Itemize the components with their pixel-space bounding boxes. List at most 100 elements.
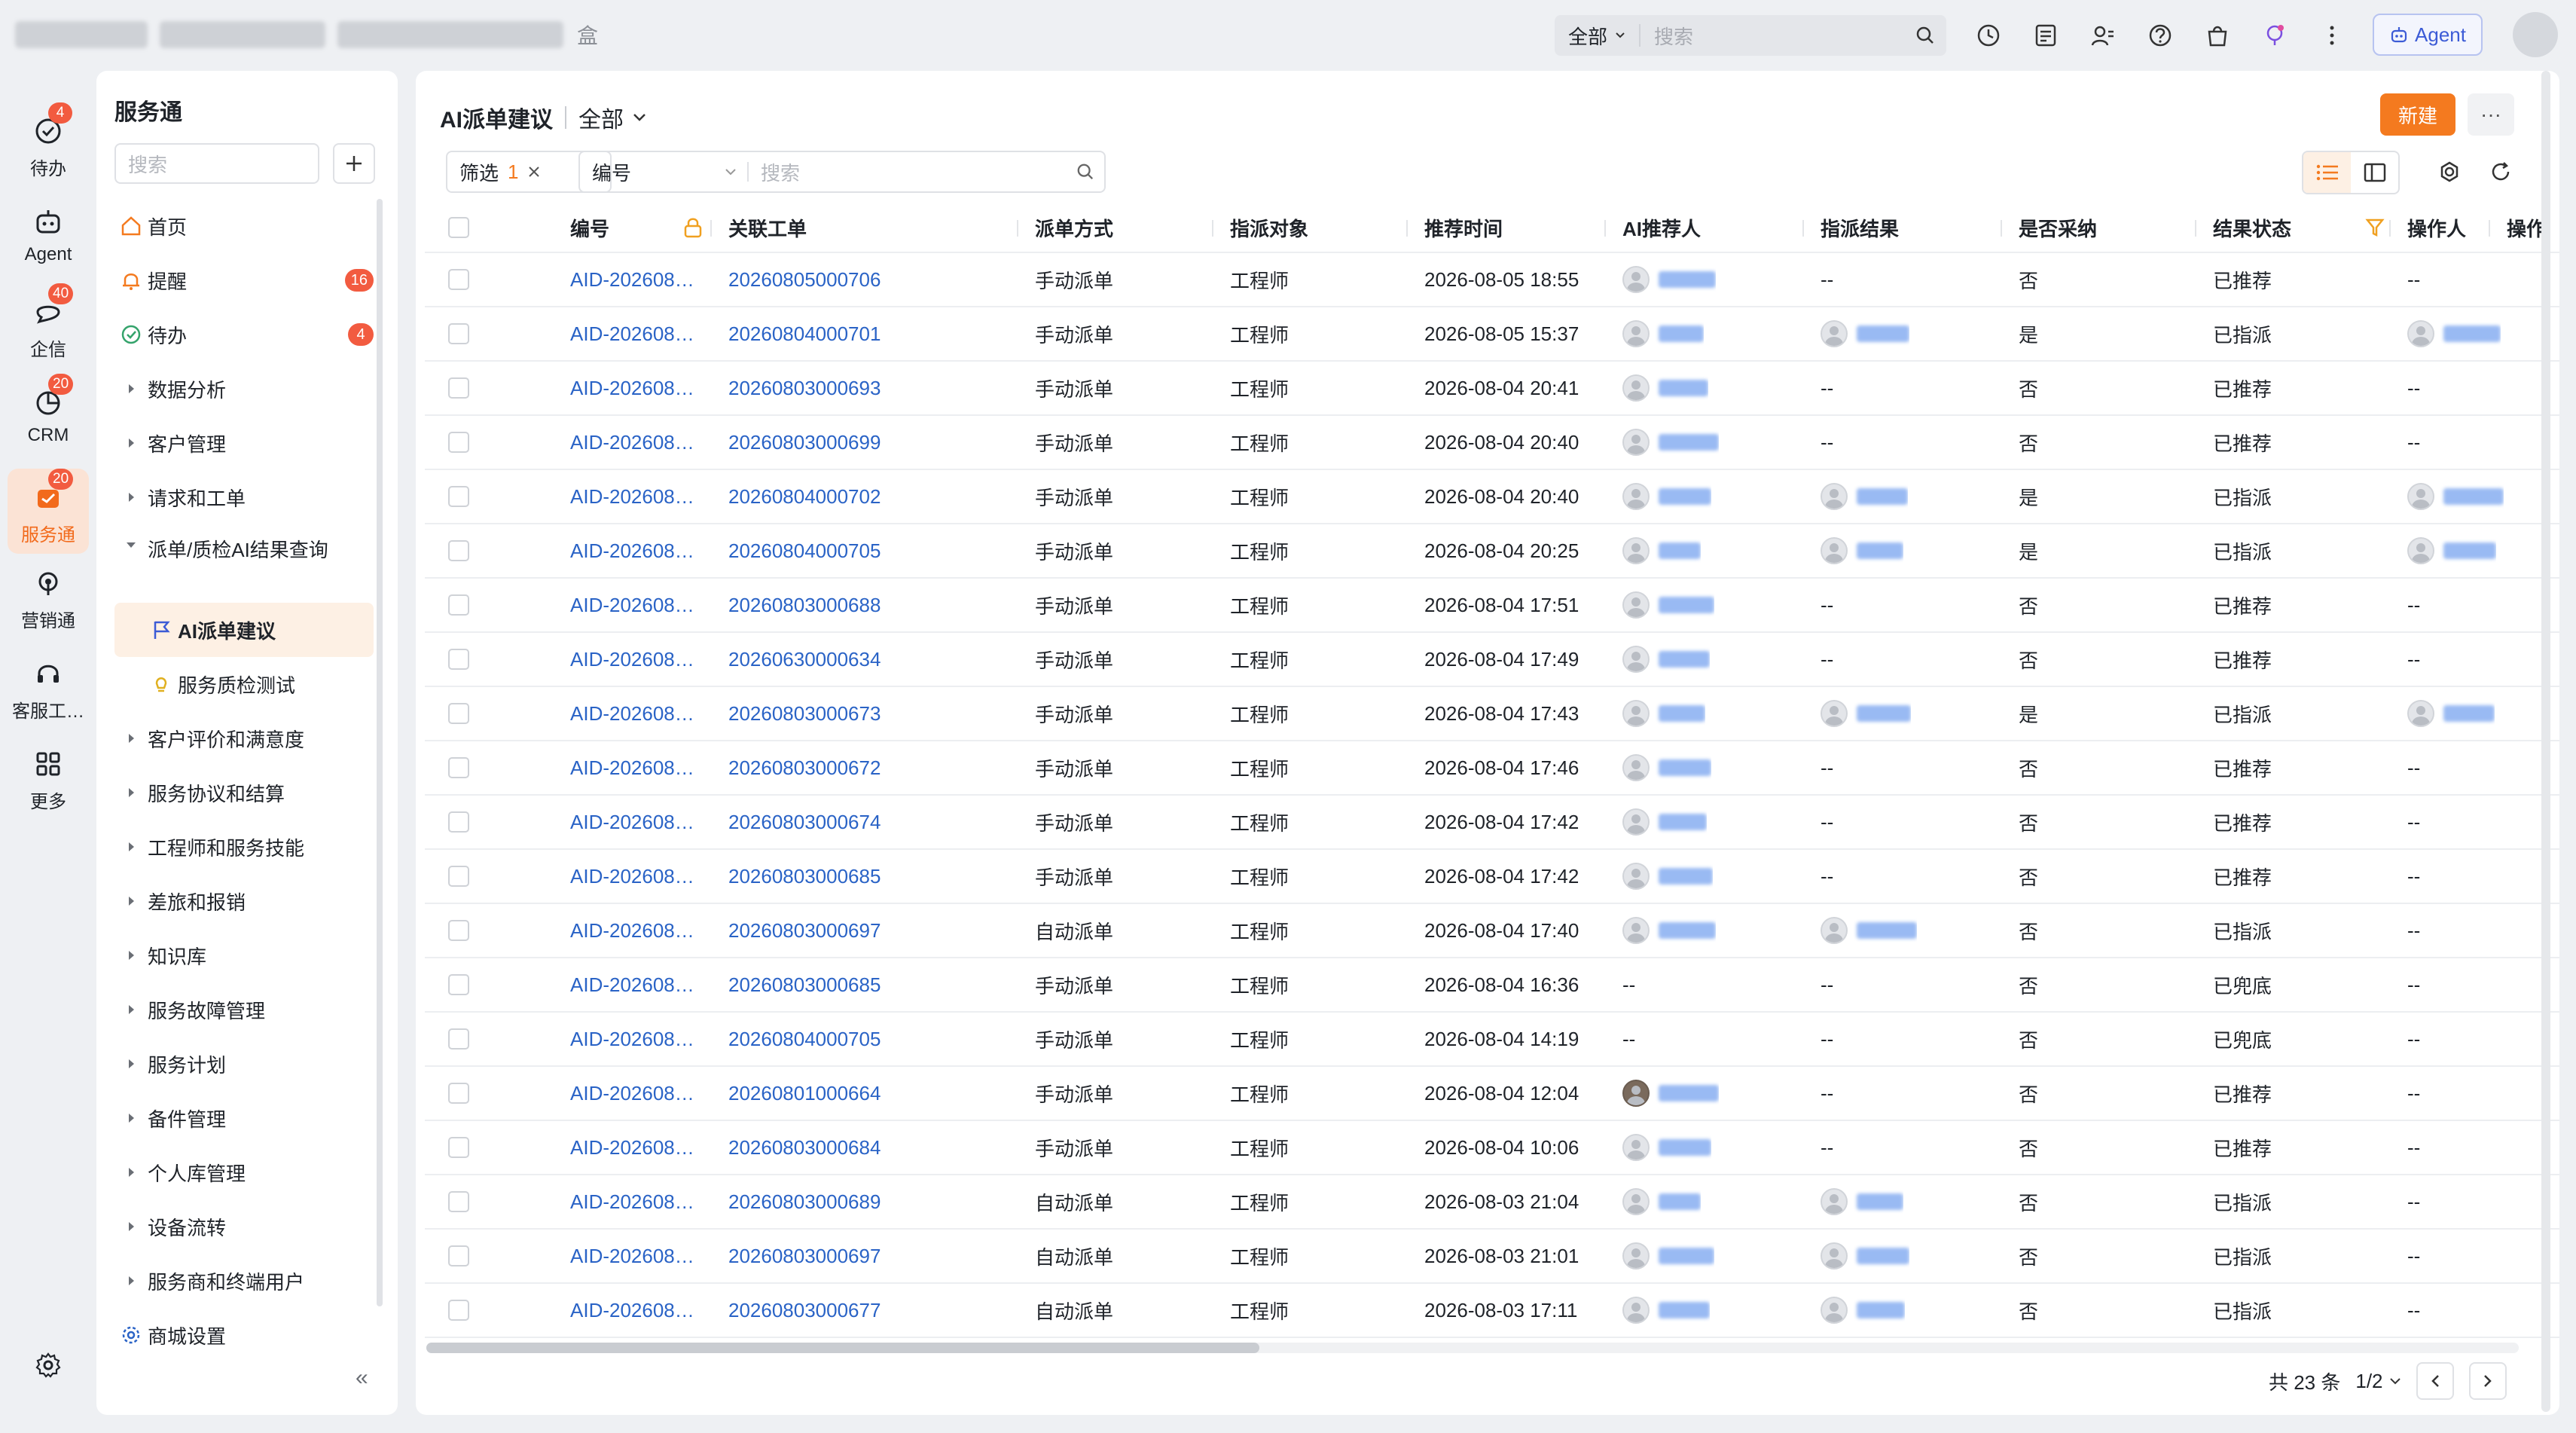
cell-order[interactable]: 20260803000674 [728, 796, 881, 848]
column-divider[interactable] [710, 220, 712, 237]
work-order-link[interactable]: 20260803000688 [728, 594, 881, 617]
row-checkbox-cell[interactable] [448, 796, 469, 848]
row-checkbox[interactable] [448, 811, 469, 833]
cell-order[interactable]: 20260804000705 [728, 1013, 881, 1065]
record-id-link[interactable]: AID-202608… [570, 539, 694, 563]
cell-order[interactable]: 20260630000634 [728, 633, 881, 686]
record-id-link[interactable]: AID-202608… [570, 431, 694, 454]
row-checkbox[interactable] [448, 1191, 469, 1212]
table-row[interactable]: AID-202608… 20260803000697 自动派单 工程师 2026-08-… [425, 904, 2559, 958]
record-id-link[interactable]: AID-202608… [570, 1028, 694, 1051]
cell-id[interactable]: AID-202608… [570, 524, 694, 577]
cell-id[interactable]: AID-202608… [570, 958, 694, 1011]
row-checkbox-cell[interactable] [448, 633, 469, 686]
search-icon[interactable] [1067, 163, 1104, 181]
new-button[interactable]: 新建 [2380, 93, 2455, 136]
record-id-link[interactable]: AID-202608… [570, 322, 694, 346]
sidebar-item-19[interactable]: 服务商和终端用户 [114, 1254, 374, 1308]
row-checkbox[interactable] [448, 757, 469, 778]
cell-order[interactable]: 20260804000702 [728, 470, 881, 523]
rail-item-service[interactable]: 20 服务通 [8, 469, 89, 554]
cell-order[interactable]: 20260803000685 [728, 850, 881, 903]
more-actions-button[interactable]: ··· [2468, 93, 2514, 136]
row-checkbox-cell[interactable] [448, 741, 469, 794]
table-row[interactable]: AID-202608… 20260803000674 手动派单 工程师 2026-08-… [425, 796, 2559, 850]
table-row[interactable]: AID-202608… 20260803000689 自动派单 工程师 2026-08-… [425, 1175, 2559, 1230]
cell-order[interactable]: 20260803000693 [728, 362, 881, 414]
column-header[interactable]: 指派结果 [1821, 203, 1899, 252]
row-checkbox-cell[interactable] [448, 1121, 469, 1174]
rail-item-settings[interactable] [0, 1349, 96, 1382]
cell-id[interactable]: AID-202608… [570, 796, 694, 848]
help-icon[interactable] [2145, 20, 2175, 50]
cell-id[interactable]: AID-202608… [570, 362, 694, 414]
column-divider[interactable] [1017, 220, 1018, 237]
table-row[interactable]: AID-202608… 20260803000688 手动派单 工程师 2026-08-… [425, 579, 2559, 633]
record-id-link[interactable]: AID-202608… [570, 1245, 694, 1268]
list-view-icon[interactable] [2303, 152, 2351, 193]
bag-icon[interactable] [2202, 20, 2233, 50]
sidebar-item-17[interactable]: 个人库管理 [114, 1145, 374, 1199]
table-row[interactable]: AID-202608… 20260804000702 手动派单 工程师 2026-08-… [425, 470, 2559, 524]
table-row[interactable]: AID-202608… 20260803000699 手动派单 工程师 2026-08-… [425, 416, 2559, 470]
column-divider[interactable] [1212, 220, 1213, 237]
work-order-link[interactable]: 20260804000702 [728, 485, 881, 509]
table-row[interactable]: AID-202608… 20260803000677 自动派单 工程师 2026-08-… [425, 1284, 2559, 1338]
cell-order[interactable]: 20260803000684 [728, 1121, 881, 1174]
more-vertical-icon[interactable] [2317, 20, 2347, 50]
cell-id[interactable]: AID-202608… [570, 307, 694, 360]
sidebar-item-11[interactable]: 工程师和服务技能 [114, 820, 374, 874]
row-checkbox[interactable] [448, 540, 469, 561]
table-row[interactable]: AID-202608… 20260801000664 手动派单 工程师 2026-08-… [425, 1067, 2559, 1121]
row-checkbox-cell[interactable] [448, 579, 469, 631]
sidebar-item-2[interactable]: 待办 4 [114, 307, 374, 362]
work-order-link[interactable]: 20260803000673 [728, 702, 881, 726]
sidebar-item-10[interactable]: 服务协议和结算 [114, 765, 374, 820]
sidebar-item-5[interactable]: 请求和工单 [114, 470, 374, 524]
row-checkbox-cell[interactable] [448, 362, 469, 414]
row-checkbox[interactable] [448, 377, 469, 399]
cell-id[interactable]: AID-202608… [570, 741, 694, 794]
sidebar-item-14[interactable]: 服务故障管理 [114, 982, 374, 1037]
row-checkbox-cell[interactable] [448, 1013, 469, 1065]
row-checkbox-cell[interactable] [448, 307, 469, 360]
row-checkbox-cell[interactable] [448, 1067, 469, 1120]
refresh-icon[interactable] [2487, 158, 2514, 185]
row-checkbox[interactable] [448, 866, 469, 887]
work-order-link[interactable]: 20260803000699 [728, 431, 881, 454]
row-checkbox[interactable] [448, 974, 469, 995]
table-row[interactable]: AID-202608… 20260803000685 手动派单 工程师 2026-08-… [425, 958, 2559, 1013]
view-scope-select[interactable]: 全部 [578, 101, 646, 134]
work-order-link[interactable]: 20260804000701 [728, 322, 881, 346]
table-row[interactable]: AID-202608… 20260803000697 自动派单 工程师 2026-08-… [425, 1230, 2559, 1284]
table-row[interactable]: AID-202608… 20260804000701 手动派单 工程师 2026-08-… [425, 307, 2559, 362]
search-icon[interactable] [1904, 26, 1946, 45]
cell-id[interactable]: AID-202608… [570, 1067, 694, 1120]
contacts-icon[interactable] [2088, 20, 2118, 50]
rail-item-agent[interactable]: Agent [0, 205, 96, 265]
table-row[interactable]: AID-202608… 20260803000673 手动派单 工程师 2026-08-… [425, 687, 2559, 741]
cell-id[interactable]: AID-202608… [570, 253, 694, 306]
row-checkbox[interactable] [448, 1300, 469, 1321]
sidebar-item-15[interactable]: 服务计划 [114, 1037, 374, 1091]
work-order-link[interactable]: 20260630000634 [728, 648, 881, 671]
column-divider[interactable] [1604, 220, 1606, 237]
column-divider[interactable] [1802, 220, 1804, 237]
cell-order[interactable]: 20260803000677 [728, 1284, 881, 1337]
work-order-link[interactable]: 20260803000697 [728, 919, 881, 943]
field-search-input[interactable]: 搜索 [749, 158, 1067, 186]
add-button[interactable] [333, 143, 375, 184]
rail-item-crm[interactable]: 20 CRM [0, 374, 96, 446]
cell-id[interactable]: AID-202608… [570, 1284, 694, 1337]
lock-icon[interactable] [683, 203, 703, 252]
next-page-button[interactable] [2468, 1362, 2507, 1400]
select-all-checkbox[interactable] [448, 203, 469, 252]
work-order-link[interactable]: 20260804000705 [728, 539, 881, 563]
cell-id[interactable]: AID-202608… [570, 579, 694, 631]
page-vertical-scrollbar[interactable] [2541, 71, 2550, 1412]
prev-page-button[interactable] [2416, 1362, 2454, 1400]
column-header[interactable]: 是否采纳 [2019, 203, 2097, 252]
horizontal-scroll-thumb[interactable] [426, 1343, 1259, 1353]
record-id-link[interactable]: AID-202608… [570, 648, 694, 671]
sidebar-item-1[interactable]: 提醒 16 [114, 253, 374, 307]
